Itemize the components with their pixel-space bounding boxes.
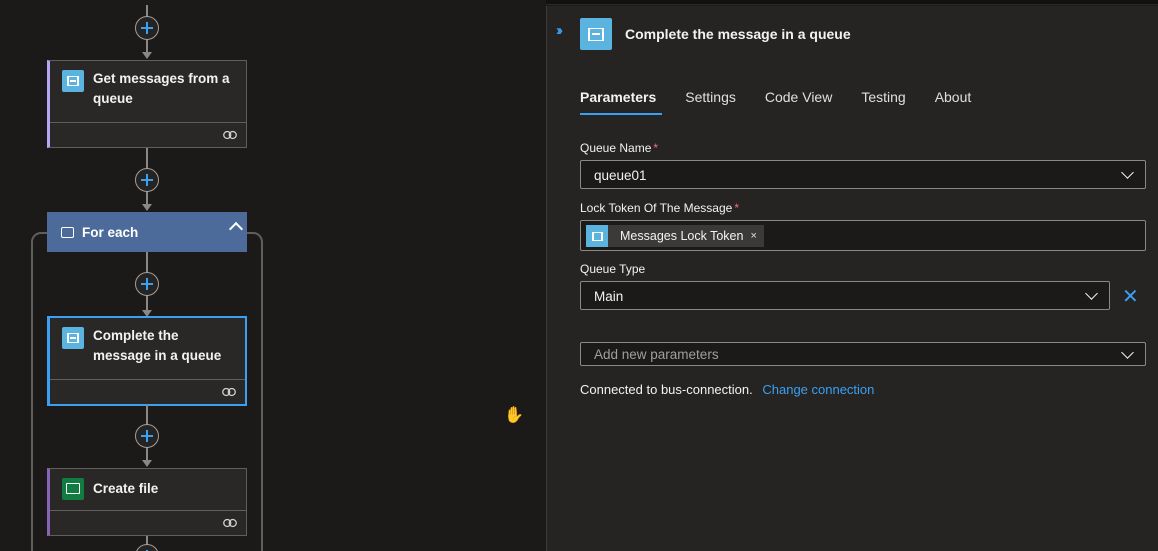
chevron-down-icon	[1085, 287, 1098, 300]
connector-arrow	[142, 460, 152, 467]
loop-icon	[61, 226, 74, 238]
change-connection-link[interactable]: Change connection	[762, 382, 874, 397]
tab-testing[interactable]: Testing	[861, 89, 905, 115]
service-bus-queue-icon	[580, 18, 612, 50]
action-card-complete-message[interactable]: Complete the message in a queue	[47, 316, 247, 406]
connection-text: Connected to bus-connection.	[580, 382, 753, 397]
service-bus-queue-icon	[62, 327, 84, 349]
foreach-label: For each	[82, 224, 139, 240]
queue-name-select[interactable]: queue01	[580, 160, 1146, 189]
panel-tabs: Parameters Settings Code View Testing Ab…	[580, 89, 1000, 115]
remove-token-button[interactable]: ×	[750, 230, 756, 242]
chevron-down-icon	[1121, 166, 1134, 179]
chevron-down-icon	[1121, 346, 1134, 359]
lock-token-label-text: Lock Token Of The Message	[580, 201, 733, 215]
service-bus-queue-icon	[586, 225, 608, 247]
add-step-button[interactable]	[135, 16, 159, 40]
add-parameters-select[interactable]: Add new parameters	[580, 342, 1146, 366]
collapse-panel-icon[interactable]: ››	[556, 22, 563, 39]
connector-arrow	[142, 52, 152, 59]
tab-about[interactable]: About	[935, 89, 972, 115]
required-mark: *	[734, 201, 739, 215]
queue-type-select[interactable]: Main	[580, 281, 1110, 310]
lock-token-label: Lock Token Of The Message *	[580, 201, 739, 215]
queue-type-value: Main	[594, 289, 624, 304]
add-parameters-placeholder: Add new parameters	[594, 347, 719, 362]
action-card-title: Get messages from a queue	[93, 71, 230, 106]
hand-cursor-icon: ✋	[504, 407, 524, 424]
connector-arrow	[142, 204, 152, 211]
lock-token-input[interactable]: Messages Lock Token ×	[580, 220, 1146, 251]
panel-title: Complete the message in a queue	[625, 26, 851, 42]
tab-parameters[interactable]: Parameters	[580, 89, 663, 115]
chevron-up-icon[interactable]	[228, 221, 244, 237]
file-icon	[62, 477, 84, 500]
queue-name-label: Queue Name *	[580, 141, 658, 155]
queue-type-label: Queue Type	[580, 262, 645, 276]
connection-info: Connected to bus-connection. Change conn…	[580, 382, 874, 397]
dynamic-content-token[interactable]: Messages Lock Token ×	[586, 225, 764, 247]
action-card-get-messages[interactable]: Get messages from a queue	[47, 60, 247, 148]
add-step-button[interactable]	[135, 424, 159, 448]
action-details-panel: ›› Complete the message in a queue Param…	[546, 6, 1158, 551]
queue-type-label-text: Queue Type	[580, 262, 646, 276]
add-step-button[interactable]	[135, 168, 159, 192]
foreach-header[interactable]: For each	[47, 212, 247, 252]
add-step-button[interactable]	[135, 272, 159, 296]
link-icon	[222, 387, 236, 397]
action-card-title: Create file	[93, 480, 159, 496]
workflow-canvas[interactable]: Get messages from a queue For each Compl…	[0, 0, 546, 551]
tab-settings[interactable]: Settings	[685, 89, 736, 115]
clear-parameter-button[interactable]: ✕	[1122, 287, 1139, 307]
action-card-title: Complete the message in a queue	[93, 328, 222, 363]
service-bus-queue-icon	[62, 70, 84, 92]
link-icon	[223, 130, 237, 140]
queue-name-label-text: Queue Name	[580, 141, 652, 155]
token-label: Messages Lock Token	[620, 229, 744, 243]
action-card-create-file[interactable]: Create file	[47, 468, 247, 536]
required-mark: *	[653, 141, 659, 155]
queue-name-value: queue01	[594, 168, 647, 183]
link-icon	[223, 518, 237, 528]
tab-code-view[interactable]: Code View	[765, 89, 832, 115]
